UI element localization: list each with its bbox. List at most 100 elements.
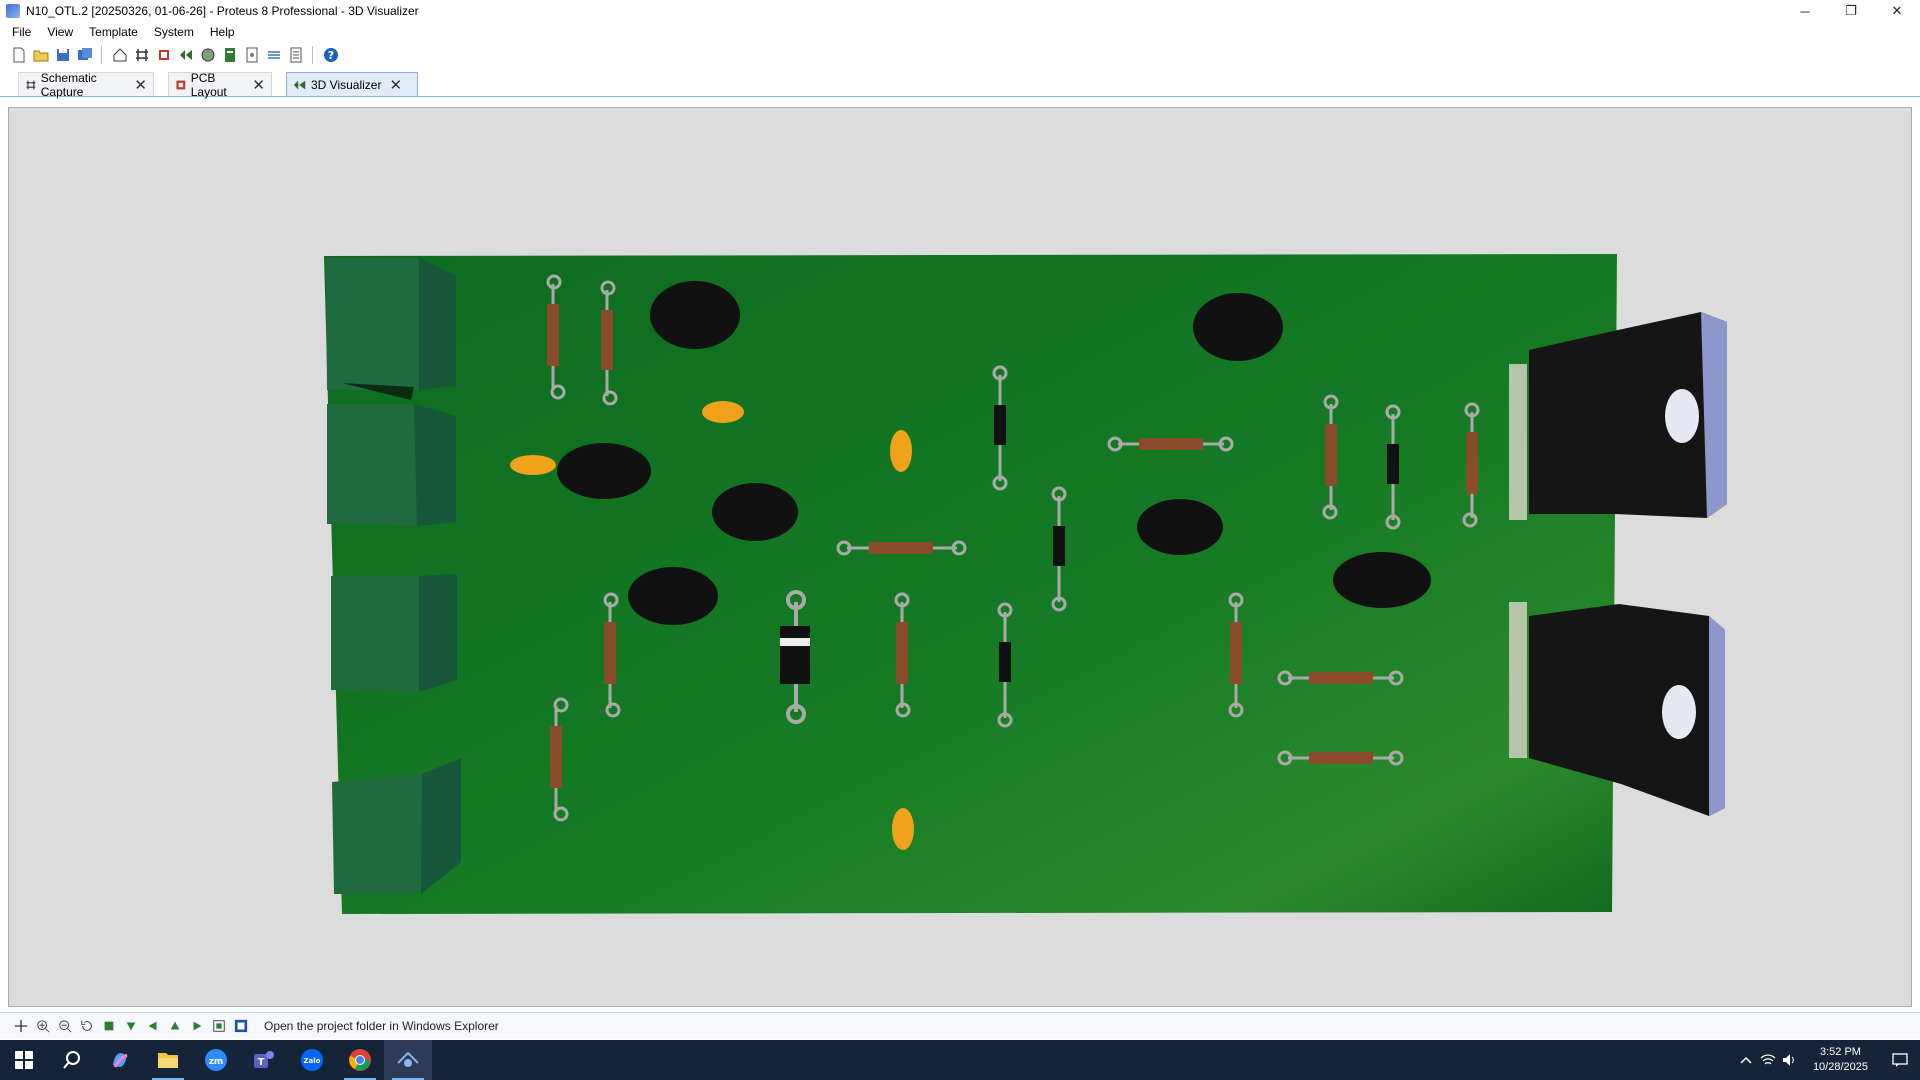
design-explorer-icon[interactable] [243, 46, 261, 64]
back-view-icon[interactable] [166, 1017, 184, 1035]
close-icon[interactable]: ✕ [389, 76, 402, 94]
tab-pcb-layout[interactable]: PCB Layout ✕ [168, 70, 272, 99]
tab-label: 3D Visualizer [311, 77, 382, 92]
rotate-icon[interactable] [78, 1017, 96, 1035]
transistor [628, 567, 718, 625]
gerber-icon[interactable] [199, 46, 217, 64]
chevron-up-icon[interactable] [1735, 1040, 1757, 1080]
volume-icon[interactable] [1779, 1040, 1801, 1080]
resistor-body [1309, 672, 1373, 684]
clock[interactable]: 3:52 PM 10/28/2025 [1813, 1045, 1868, 1075]
notification-icon[interactable] [1880, 1040, 1920, 1080]
3d-icon [293, 80, 306, 89]
save-icon[interactable] [54, 46, 72, 64]
capacitor [510, 455, 556, 475]
proteus-icon[interactable] [384, 1040, 432, 1080]
windows-taskbar: zm T Zalo 3:52 PM 10/28/2025 [0, 1040, 1920, 1080]
capacitor [892, 808, 914, 850]
proteus-app-icon [6, 4, 20, 18]
resistor-body [547, 304, 559, 366]
menu-bar: File View Template System Help [0, 22, 1920, 42]
status-bar: Open the project folder in Windows Explo… [0, 1012, 1920, 1038]
top-view-icon[interactable] [100, 1017, 118, 1035]
title-bar: N10_OTL.2 [20250326, 01-06-26] - Proteus… [0, 0, 1920, 22]
pcb-icon[interactable] [155, 46, 173, 64]
resistor-body [1230, 622, 1242, 684]
toolbar-separator [101, 46, 104, 64]
zalo-icon[interactable]: Zalo [288, 1040, 336, 1080]
chrome-icon[interactable] [336, 1040, 384, 1080]
minimize-button[interactable]: ─ [1782, 0, 1828, 22]
resistor-body [550, 726, 562, 788]
toolbar-separator [312, 46, 315, 64]
bom-icon[interactable] [221, 46, 239, 64]
zoom-icon[interactable]: zm [192, 1040, 240, 1080]
capacitor [702, 401, 744, 423]
wifi-icon[interactable] [1757, 1040, 1779, 1080]
svg-text:Zalo: Zalo [303, 1057, 320, 1065]
transistor [650, 281, 740, 349]
menu-help[interactable]: Help [202, 25, 243, 39]
home-icon[interactable] [111, 46, 129, 64]
tab-3d-visualizer[interactable]: 3D Visualizer ✕ [286, 72, 418, 96]
notes-icon[interactable] [265, 46, 283, 64]
resistor-body [604, 622, 616, 684]
zoom-in-icon[interactable] [34, 1017, 52, 1035]
menu-template[interactable]: Template [81, 25, 146, 39]
transistor [1333, 552, 1431, 608]
document-tabs: Schematic Capture ✕ PCB Layout ✕ 3D Visu… [0, 70, 1920, 99]
terminal-connector [327, 404, 456, 526]
menu-file[interactable]: File [4, 25, 39, 39]
fit-icon[interactable] [210, 1017, 228, 1035]
file-explorer-icon[interactable] [144, 1040, 192, 1080]
report-icon[interactable] [287, 46, 305, 64]
main-toolbar: ? [0, 43, 1920, 67]
status-message: Open the project folder in Windows Explo… [264, 1018, 499, 1033]
capacitor [890, 430, 912, 472]
resistor-body [1309, 752, 1373, 764]
3d-icon[interactable] [177, 46, 195, 64]
open-folder-icon[interactable] [32, 46, 50, 64]
resistor-body [1466, 432, 1478, 494]
resistor-body [601, 310, 613, 370]
restore-button[interactable]: ❐ [1828, 0, 1874, 22]
svg-text:?: ? [328, 49, 334, 62]
resistor-body [1139, 438, 1203, 450]
terminal-connector [326, 258, 456, 400]
windows-start-icon[interactable] [0, 1040, 48, 1080]
search-icon[interactable] [48, 1040, 96, 1080]
schematic-icon[interactable] [133, 46, 151, 64]
close-icon[interactable]: ✕ [252, 76, 265, 94]
terminal-connector [331, 574, 457, 692]
svg-text:zm: zm [209, 1057, 224, 1067]
close-button[interactable]: ✕ [1874, 0, 1920, 22]
tab-label: PCB Layout [190, 70, 227, 99]
left-view-icon[interactable] [144, 1017, 162, 1035]
menu-view[interactable]: View [39, 25, 81, 39]
front-view-icon[interactable] [122, 1017, 140, 1035]
copilot-icon[interactable] [96, 1040, 144, 1080]
right-view-icon[interactable] [188, 1017, 206, 1035]
resistor-body [1325, 424, 1337, 486]
3d-viewport[interactable] [8, 107, 1912, 1007]
pcb-3d-render [324, 254, 1727, 914]
system-tray: 3:52 PM 10/28/2025 [1735, 1040, 1920, 1080]
resistor-body [896, 622, 908, 684]
svg-text:T: T [258, 1057, 265, 1068]
new-file-icon[interactable] [10, 46, 28, 64]
pcb-icon [176, 80, 186, 89]
help-icon[interactable]: ? [322, 46, 340, 64]
board-view-icon[interactable] [232, 1017, 250, 1035]
zoom-out-icon[interactable] [56, 1017, 74, 1035]
resistor-body [869, 542, 933, 554]
transistor [712, 483, 798, 541]
close-icon[interactable]: ✕ [134, 76, 147, 94]
save-all-icon[interactable] [76, 46, 94, 64]
menu-system[interactable]: System [146, 25, 202, 39]
tab-schematic-capture[interactable]: Schematic Capture ✕ [18, 71, 154, 99]
transistor [1193, 293, 1283, 361]
teams-icon[interactable]: T [240, 1040, 288, 1080]
pan-icon[interactable] [12, 1017, 30, 1035]
clock-time: 3:52 PM [1819, 1046, 1861, 1058]
transistor [557, 443, 651, 499]
